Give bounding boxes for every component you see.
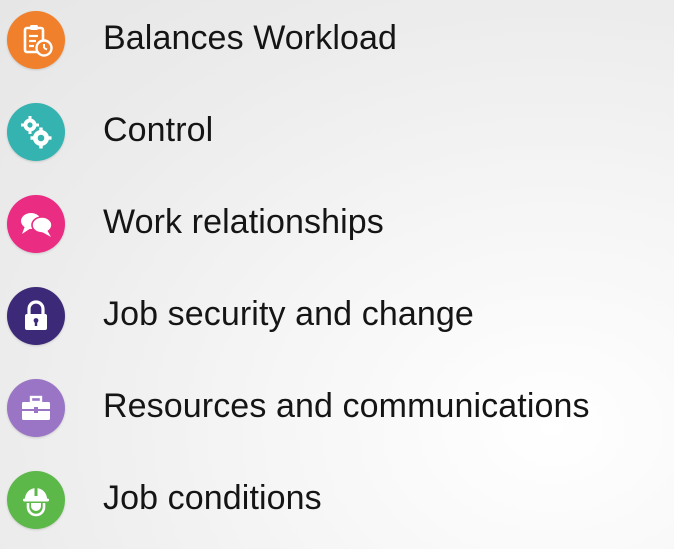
toolbox-icon [7, 379, 65, 437]
hard-hat-worker-icon [7, 471, 65, 529]
speech-bubbles-icon [7, 195, 65, 253]
gears-icon [7, 103, 65, 161]
item-label: Resources and communications [103, 387, 590, 425]
padlock-icon [7, 287, 65, 345]
item-label: Job security and change [103, 295, 474, 333]
item-label: Control [103, 111, 214, 149]
item-label: Balances Workload [103, 19, 398, 57]
item-label: Work relationships [103, 203, 384, 241]
clipboard-clock-icon [7, 11, 65, 69]
item-label: Job conditions [103, 479, 322, 517]
